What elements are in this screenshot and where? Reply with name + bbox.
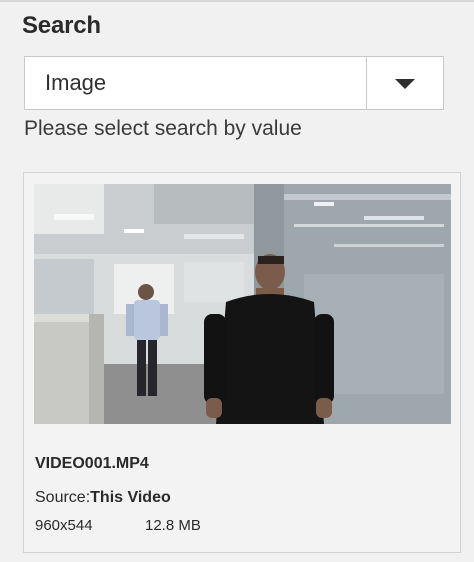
file-meta: 960x544 12.8 MB: [35, 517, 201, 534]
video-thumbnail[interactable]: [34, 184, 451, 424]
search-title: Search: [22, 12, 101, 39]
dropdown-button[interactable]: [366, 57, 443, 109]
search-hint: Please select search by value: [24, 117, 302, 140]
file-size: 12.8 MB: [145, 517, 201, 534]
result-card[interactable]: VIDEO001.MP4 Source:This Video 960x544 1…: [23, 172, 461, 553]
source-value: This Video: [90, 489, 171, 506]
search-type-select[interactable]: Image: [24, 56, 444, 110]
source-label: Source:: [35, 489, 91, 506]
search-type-value[interactable]: Image: [25, 57, 366, 109]
file-name: VIDEO001.MP4: [35, 455, 149, 472]
file-source: Source:This Video: [35, 489, 171, 507]
chevron-down-icon: [395, 79, 415, 89]
search-panel: Search Image Please select search by val…: [0, 0, 474, 562]
office-scene-image: [34, 184, 451, 424]
file-dimensions: 960x544: [35, 517, 93, 534]
